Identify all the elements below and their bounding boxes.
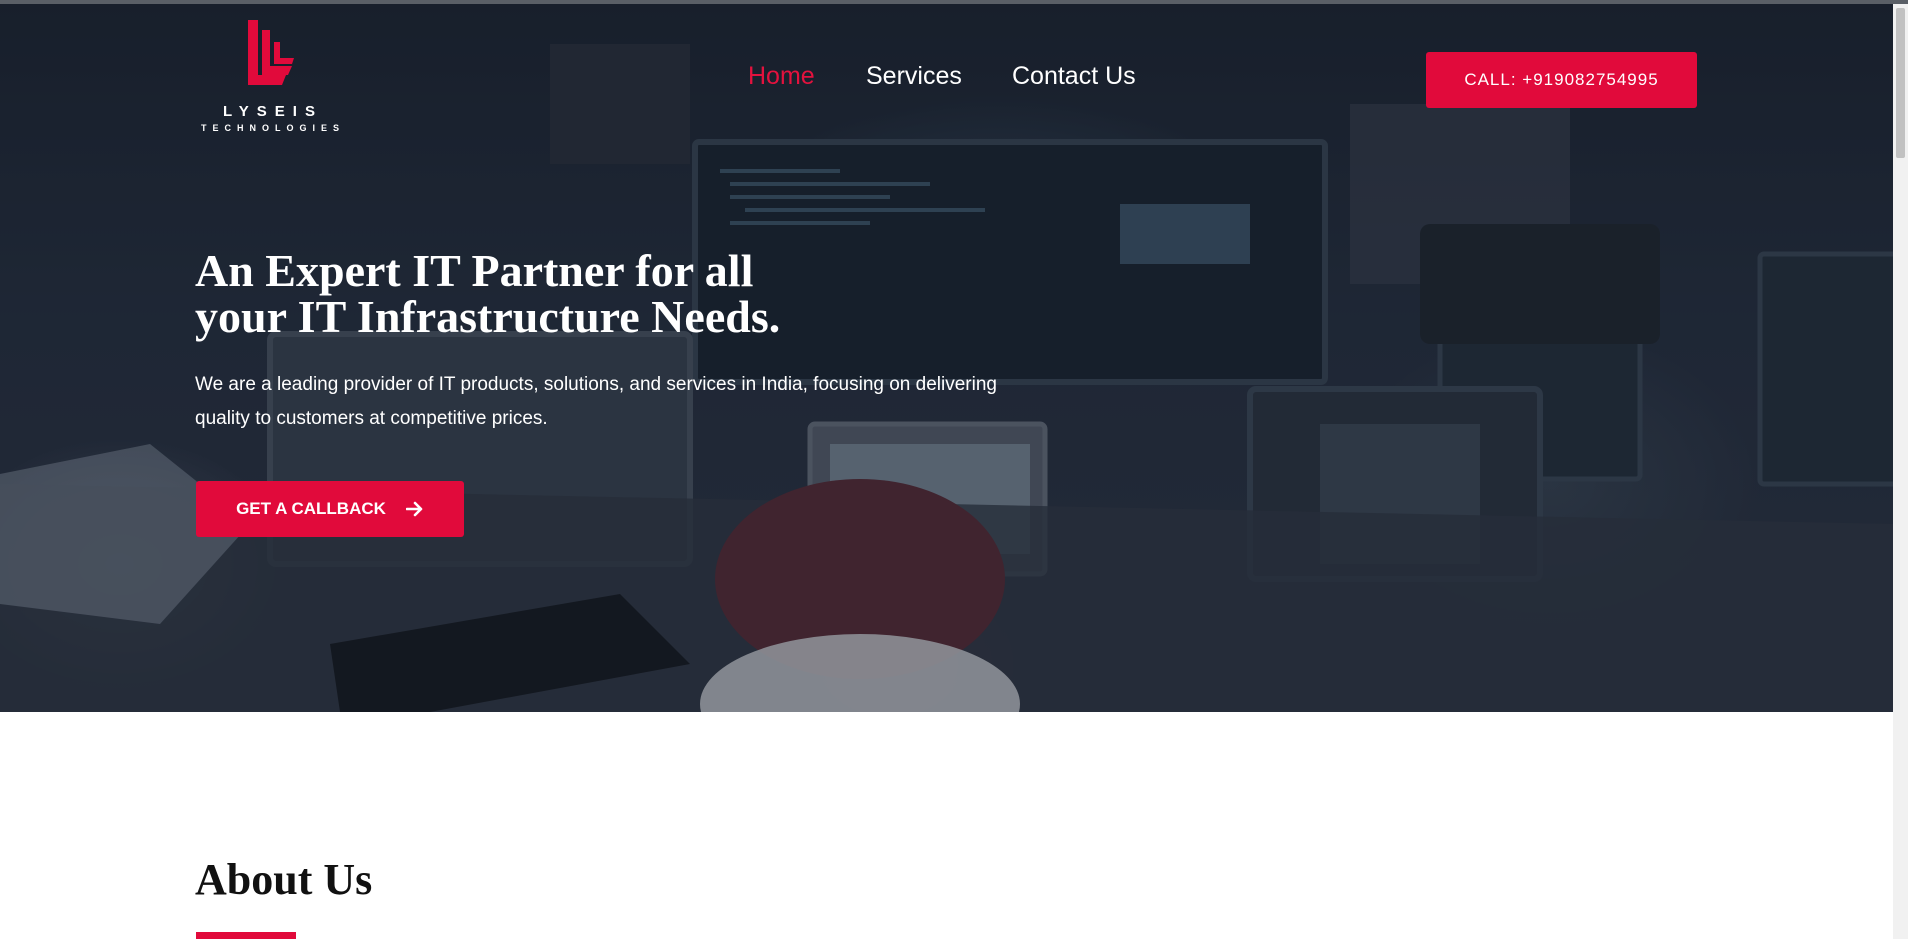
hero-title-line-2: your IT Infrastructure Needs. [195,291,781,342]
call-button[interactable]: CALL: +919082754995 [1426,52,1697,108]
hero-title-line-1: An Expert IT Partner for all [195,245,754,296]
scrollbar-thumb[interactable] [1896,8,1905,158]
nav-item-home[interactable]: Home [748,62,815,91]
nav-item-services[interactable]: Services [866,62,962,91]
about-us-underline [196,932,296,939]
brand-tagline: TECHNOLOGIES [200,123,345,133]
about-us-heading: About Us [195,855,373,904]
call-button-label: CALL: +919082754995 [1464,70,1659,89]
hero-title: An Expert IT Partner for all your IT Inf… [195,248,955,340]
arrow-right-icon [405,501,423,517]
brand-name: LYSEIS [223,103,323,120]
nav-item-contact-us[interactable]: Contact Us [1012,62,1136,91]
page-scrollbar[interactable] [1893,4,1908,939]
hero-description: We are a leading provider of IT products… [195,374,997,429]
get-callback-label: GET A CALLBACK [236,499,386,518]
lyseis-logo-mark-icon [248,20,294,85]
brand-logo[interactable]: LYSEIS TECHNOLOGIES [193,18,363,138]
get-callback-button[interactable]: GET A CALLBACK [196,481,464,537]
